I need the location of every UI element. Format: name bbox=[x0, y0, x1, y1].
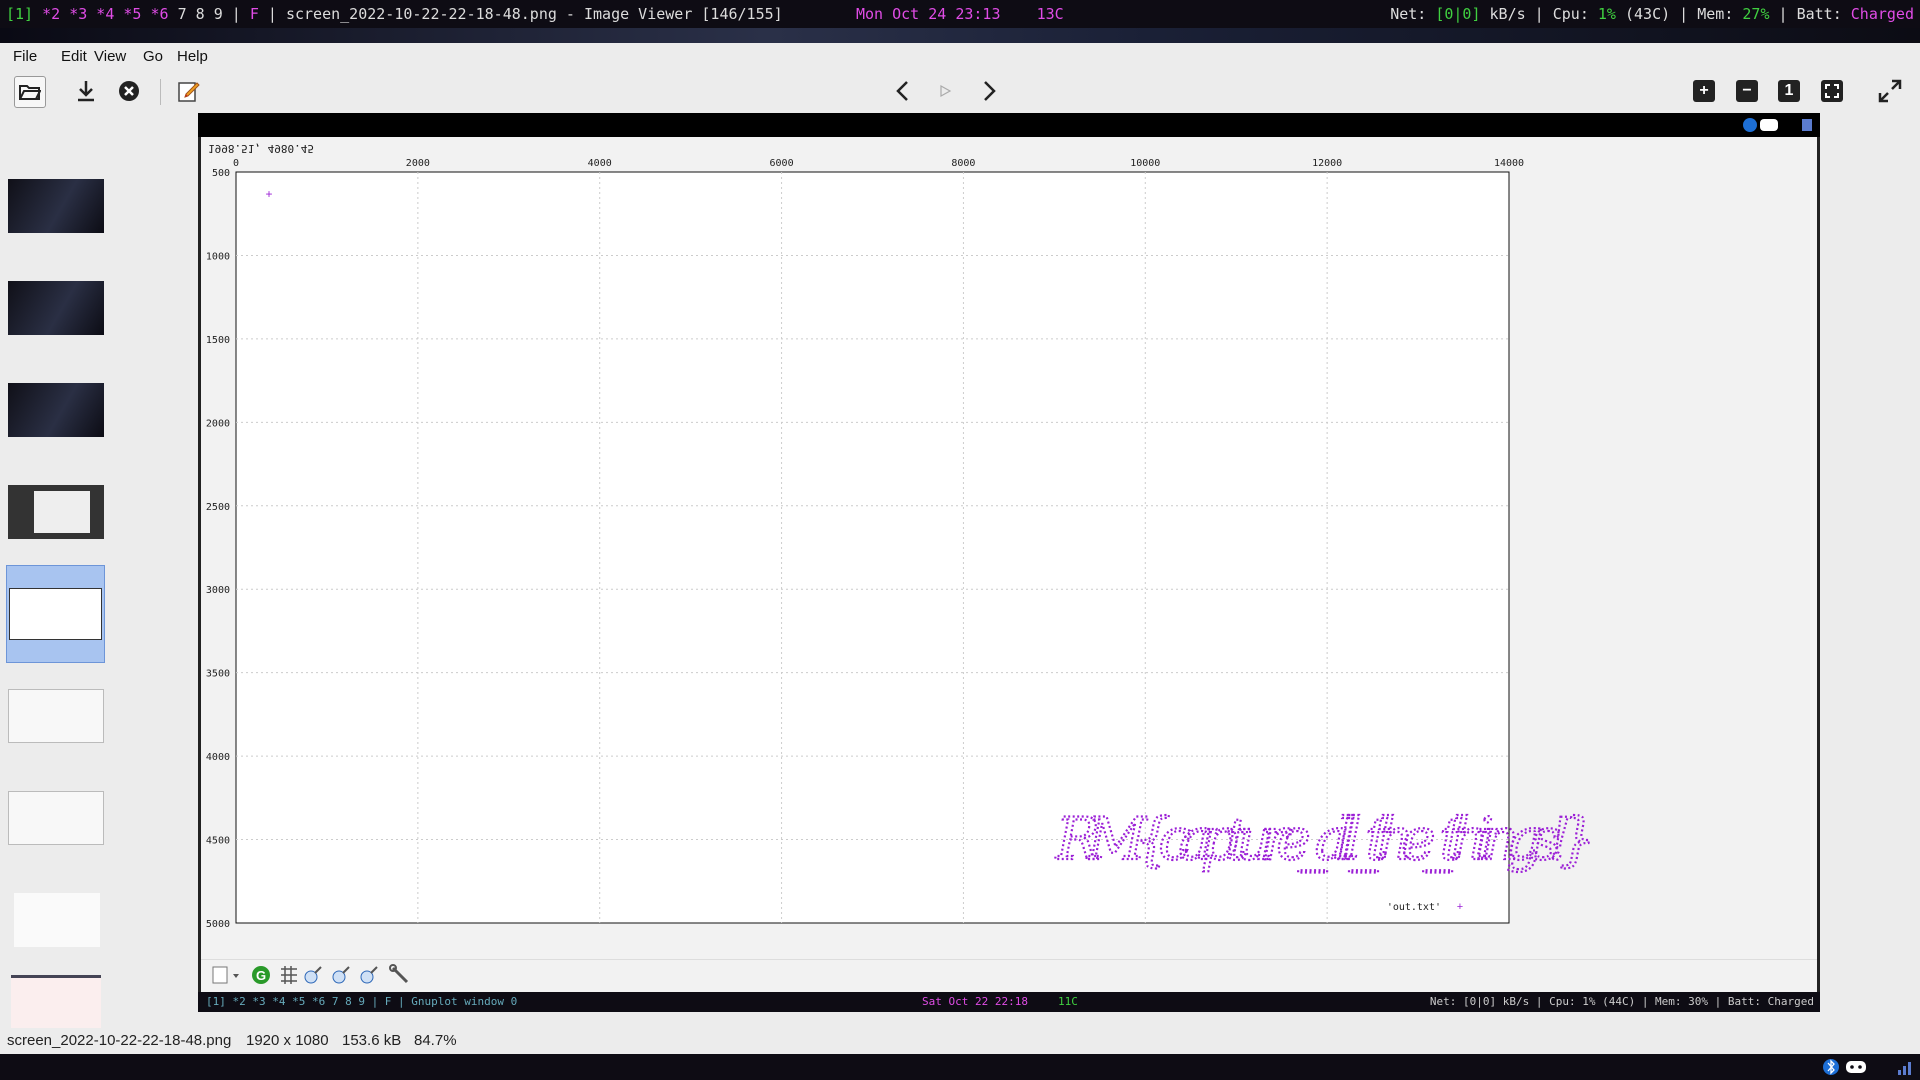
download-icon[interactable] bbox=[71, 76, 101, 106]
zoom-prev-icon bbox=[304, 966, 322, 984]
batt-value: Charged bbox=[1850, 5, 1914, 23]
discord-icon bbox=[1846, 1061, 1866, 1073]
close-circle-icon[interactable] bbox=[114, 76, 144, 106]
toolbar: + − 1 bbox=[0, 71, 1920, 111]
svg-text:G: G bbox=[256, 968, 266, 983]
actual-size-icon[interactable]: 1 bbox=[1774, 76, 1804, 106]
cpu-label: Cpu: bbox=[1552, 5, 1589, 23]
edit-icon[interactable] bbox=[174, 76, 204, 106]
status-dimensions: 1920 x 1080 bbox=[246, 1032, 329, 1049]
status-zoom: 84.7% bbox=[414, 1032, 457, 1049]
unzoom-icon bbox=[360, 966, 378, 984]
menu-edit[interactable]: Edit bbox=[61, 48, 87, 65]
screenshot-bottom-bar: [1] *2 *3 *4 *5 *6 7 8 9 | F | Gnuplot w… bbox=[198, 992, 1820, 1012]
net-unit: kB/s bbox=[1489, 5, 1526, 23]
mem-label: Mem: bbox=[1697, 5, 1734, 23]
mem-value: 27% bbox=[1742, 5, 1770, 23]
x-tick-label: 10000 bbox=[1130, 158, 1160, 169]
signal-icon bbox=[1898, 1062, 1911, 1075]
thumbnail[interactable] bbox=[8, 791, 104, 845]
thumbnail[interactable] bbox=[8, 281, 104, 335]
bottom-bar-right: Net: [0|0] kB/s | Cpu: 1% (44C) | Mem: 3… bbox=[1429, 995, 1814, 1008]
folder-open-icon[interactable] bbox=[14, 76, 46, 108]
batt-label: Batt: bbox=[1796, 5, 1842, 23]
x-tick-label: 12000 bbox=[1312, 158, 1342, 169]
gnuplot-window: 1998.51, 4980.45 0 2000 4000 6000 8000 10000 1… bbox=[201, 137, 1817, 992]
workspaces-plain[interactable]: 7 8 9 bbox=[178, 5, 223, 23]
desktop-wallpaper-strip bbox=[0, 28, 1920, 44]
fullscreen-icon[interactable] bbox=[1875, 76, 1905, 106]
image-canvas[interactable]: 1998.51, 4980.45 0 2000 4000 6000 8000 10000 1… bbox=[198, 113, 1820, 1012]
status-filename: screen_2022-10-22-22-18-48.png bbox=[7, 1032, 232, 1049]
thumbnail[interactable] bbox=[8, 689, 104, 743]
x-tick-label: 0 bbox=[233, 158, 239, 169]
legend-label: 'out.txt' bbox=[1387, 902, 1441, 913]
y-tick-label: 500 bbox=[212, 168, 230, 179]
thumbnail[interactable] bbox=[11, 975, 101, 1031]
thumbnail[interactable] bbox=[8, 383, 104, 437]
x-tick-label: 8000 bbox=[951, 158, 975, 169]
thumbnail-selected[interactable] bbox=[6, 565, 105, 663]
workspace-active[interactable]: [1] bbox=[6, 5, 33, 23]
legend-marker: + bbox=[1457, 901, 1463, 913]
menu-bar: File Edit View Go Help bbox=[0, 43, 1920, 71]
bottom-bar-temp: 11C bbox=[1058, 995, 1078, 1008]
status-bar: screen_2022-10-22-22-18-48.png 1920 x 10… bbox=[0, 1028, 1920, 1054]
thumbnail[interactable] bbox=[8, 179, 104, 233]
layout-indicator: F bbox=[249, 5, 259, 23]
top-status-bar: [1] *2 *3 *4 *5 *6 7 8 9 | F | screen_20… bbox=[0, 0, 1920, 28]
chevron-left-icon[interactable] bbox=[888, 76, 918, 106]
datetime: Mon Oct 24 23:13 bbox=[856, 5, 1001, 23]
y-tick-label: 1000 bbox=[206, 251, 230, 262]
gnuplot-toolbar: G bbox=[201, 959, 1817, 991]
play-icon[interactable] bbox=[930, 76, 960, 106]
cpu-value: 1% bbox=[1597, 5, 1616, 23]
thumbnail-strip bbox=[0, 113, 192, 1031]
window-title: screen_2022-10-22-22-18-48.png - Image V… bbox=[285, 5, 783, 23]
plot-svg: 0 2000 4000 6000 8000 10000 12000 14000 500 1000 1… bbox=[206, 158, 1597, 930]
thumbnail[interactable] bbox=[8, 485, 104, 539]
bottom-bar-left: [1] *2 *3 *4 *5 *6 7 8 9 | F | Gnuplot w… bbox=[206, 995, 518, 1008]
copy-icon bbox=[212, 966, 239, 984]
y-tick-label: 5000 bbox=[206, 919, 230, 930]
plotted-handwriting: RM{capture_all_the_things!} bbox=[1055, 805, 1596, 873]
menu-view[interactable]: View bbox=[94, 48, 126, 65]
bottom-bar-center: Sat Oct 22 22:18 bbox=[922, 995, 1028, 1008]
menu-go[interactable]: Go bbox=[143, 48, 163, 65]
y-tick-label: 3000 bbox=[206, 585, 230, 596]
x-tick-label: 2000 bbox=[406, 158, 430, 169]
y-tick-label: 1500 bbox=[206, 335, 230, 346]
workspaces-marked[interactable]: *2 *3 *4 *5 *6 bbox=[42, 5, 168, 23]
toolbar-divider bbox=[160, 79, 161, 105]
x-tick-label: 14000 bbox=[1494, 158, 1524, 169]
x-tick-label: 4000 bbox=[588, 158, 612, 169]
settings-icon bbox=[389, 964, 409, 984]
cpu-temp: (43C) bbox=[1625, 5, 1671, 23]
y-tick-label: 2000 bbox=[206, 418, 230, 429]
menu-file[interactable]: File bbox=[13, 48, 37, 65]
image-viewer-window: File Edit View Go Help + − 1 1998.51, 49… bbox=[0, 43, 1920, 1054]
y-tick-label: 3500 bbox=[206, 669, 230, 680]
zoom-in-icon[interactable]: + bbox=[1689, 76, 1719, 106]
grid-icon bbox=[281, 966, 297, 984]
zoom-out-icon[interactable]: − bbox=[1732, 76, 1762, 106]
bluetooth-icon bbox=[1823, 1059, 1839, 1075]
fit-icon[interactable] bbox=[1817, 76, 1847, 106]
temperature: 13C bbox=[1036, 5, 1064, 23]
net-label: Net: bbox=[1390, 5, 1427, 23]
x-tick-label: 6000 bbox=[770, 158, 794, 169]
net-value: [0|0] bbox=[1435, 5, 1481, 23]
zoom-next-icon bbox=[332, 966, 350, 984]
chevron-right-icon[interactable] bbox=[974, 76, 1004, 106]
y-tick-label: 4000 bbox=[206, 752, 230, 763]
replot-icon: G bbox=[252, 966, 270, 984]
thumbnail[interactable] bbox=[14, 893, 100, 947]
screenshot-top-bar bbox=[198, 113, 1820, 137]
y-tick-label: 2500 bbox=[206, 502, 230, 513]
plot-point: + bbox=[265, 187, 272, 201]
system-tray-bar bbox=[0, 1054, 1920, 1080]
menu-help[interactable]: Help bbox=[177, 48, 208, 65]
status-filesize: 153.6 kB bbox=[342, 1032, 402, 1049]
y-tick-label: 4500 bbox=[206, 836, 230, 847]
